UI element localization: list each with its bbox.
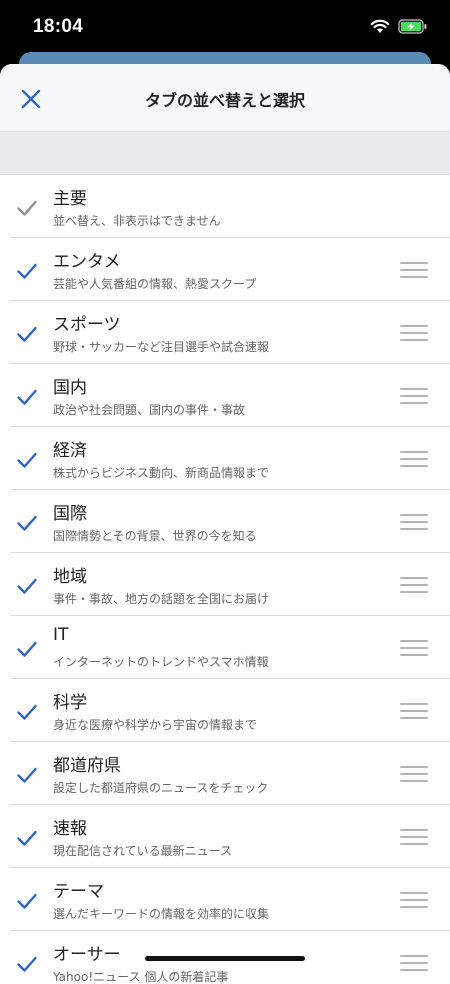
tab-description: 野球・サッカーなど注目選手や試合速報 — [53, 340, 270, 354]
battery-charging-icon — [398, 19, 427, 34]
checkmark-icon[interactable] — [16, 323, 38, 345]
tab-title: 速報 — [53, 819, 87, 839]
checkmark-icon[interactable] — [16, 827, 38, 849]
tab-description: 芸能や人気番組の情報、熱愛スクープ — [53, 277, 257, 291]
tab-description: 選んだキーワードの情報を効率的に収集 — [53, 907, 270, 921]
tab-title: IT — [53, 625, 69, 645]
tab-description: インターネットのトレンドやスマホ情報 — [53, 655, 269, 669]
tab-row[interactable]: スポーツ野球・サッカーなど注目選手や試合速報 — [10, 301, 450, 364]
drag-handle-icon[interactable] — [400, 262, 428, 278]
sheet-header: タブの並べ替えと選択 — [0, 64, 450, 132]
tab-row[interactable]: 地域事件・事故、地方の話題を全国にお届け — [10, 553, 450, 616]
drag-handle-icon[interactable] — [400, 829, 428, 845]
tab-title: エンタメ — [53, 252, 121, 272]
tab-row: 主要並べ替え、非表示はできません — [10, 175, 450, 238]
page-title: タブの並べ替えと選択 — [144, 91, 305, 110]
checkmark-icon[interactable] — [16, 764, 38, 786]
drag-handle-icon[interactable] — [400, 388, 428, 404]
tab-description: 身近な医療や科学から宇宙の情報まで — [53, 718, 258, 732]
drag-handle-icon[interactable] — [400, 955, 428, 971]
checkmark-icon[interactable] — [16, 953, 38, 975]
section-separator — [0, 132, 450, 175]
checkmark-icon[interactable] — [16, 386, 38, 408]
tab-description: 設定した都道府県のニュースをチェック — [53, 781, 269, 795]
checkmark-icon[interactable] — [16, 260, 38, 282]
tab-title: オーサー — [53, 945, 121, 965]
tab-row[interactable]: テーマ選んだキーワードの情報を効率的に収集 — [10, 868, 450, 931]
tab-title: 経済 — [53, 441, 87, 461]
drag-handle-icon[interactable] — [400, 892, 428, 908]
tab-title: 国内 — [53, 378, 87, 398]
status-time: 18:04 — [33, 16, 84, 37]
drag-handle-icon[interactable] — [400, 577, 428, 593]
tab-description: 並べ替え、非表示はできません — [53, 214, 221, 228]
tab-description: 現在配信されている最新ニュース — [53, 844, 233, 858]
checkmark-icon[interactable] — [16, 701, 38, 723]
tab-description: 事件・事故、地方の話題を全国にお届け — [53, 592, 270, 606]
drag-handle-icon[interactable] — [400, 703, 428, 719]
tab-title: 科学 — [53, 693, 87, 713]
drag-handle-icon[interactable] — [400, 451, 428, 467]
status-bar: 18:04 — [0, 0, 450, 56]
tab-title: スポーツ — [53, 315, 121, 335]
drag-handle-icon[interactable] — [400, 640, 428, 656]
tab-row[interactable]: 経済株式からビジネス動向、新商品情報まで — [10, 427, 450, 490]
drag-handle-icon[interactable] — [400, 514, 428, 530]
home-indicator — [145, 956, 305, 961]
tab-list: 主要並べ替え、非表示はできませんエンタメ芸能や人気番組の情報、熱愛スクープスポー… — [0, 175, 450, 984]
tab-description: 国際情勢とその背景、世界の今を知る — [53, 529, 257, 543]
checkmark-icon — [17, 200, 37, 216]
drag-handle-icon[interactable] — [400, 325, 428, 341]
tab-description: 政治や社会問題、国内の事件・事故 — [53, 403, 246, 417]
tab-title: 国際 — [53, 504, 87, 524]
tab-title: 都道府県 — [53, 756, 121, 776]
tab-row[interactable]: IT インターネットのトレンドやスマホ情報 — [10, 616, 450, 679]
checkmark-icon[interactable] — [16, 638, 38, 660]
wifi-icon — [370, 19, 390, 33]
checkmark-icon[interactable] — [16, 890, 38, 912]
tab-description: Yahoo!ニュース 個人の新着記事 — [53, 970, 229, 984]
tab-row[interactable]: 国内政治や社会問題、国内の事件・事故 — [10, 364, 450, 427]
checkmark-icon[interactable] — [16, 575, 38, 597]
tab-row[interactable]: エンタメ芸能や人気番組の情報、熱愛スクープ — [10, 238, 450, 301]
status-icons — [370, 19, 428, 34]
tab-description: 株式からビジネス動向、新商品情報まで — [53, 466, 270, 480]
tab-title: テーマ — [53, 882, 104, 902]
tab-row[interactable]: 都道府県設定した都道府県のニュースをチェック — [10, 742, 450, 805]
tab-row[interactable]: 国際国際情勢とその背景、世界の今を知る — [10, 490, 450, 553]
checkmark-icon[interactable] — [16, 512, 38, 534]
tab-row[interactable]: 科学身近な医療や科学から宇宙の情報まで — [10, 679, 450, 742]
tab-row[interactable]: 速報現在配信されている最新ニュース — [10, 805, 450, 868]
tab-sort-sheet: タブの並べ替えと選択 主要並べ替え、非表示はできませんエンタメ芸能や人気番組の情… — [0, 64, 450, 984]
tab-title: 主要 — [53, 189, 87, 209]
drag-handle-icon[interactable] — [400, 766, 428, 782]
tab-title: 地域 — [53, 567, 87, 587]
checkmark-icon[interactable] — [16, 449, 38, 471]
